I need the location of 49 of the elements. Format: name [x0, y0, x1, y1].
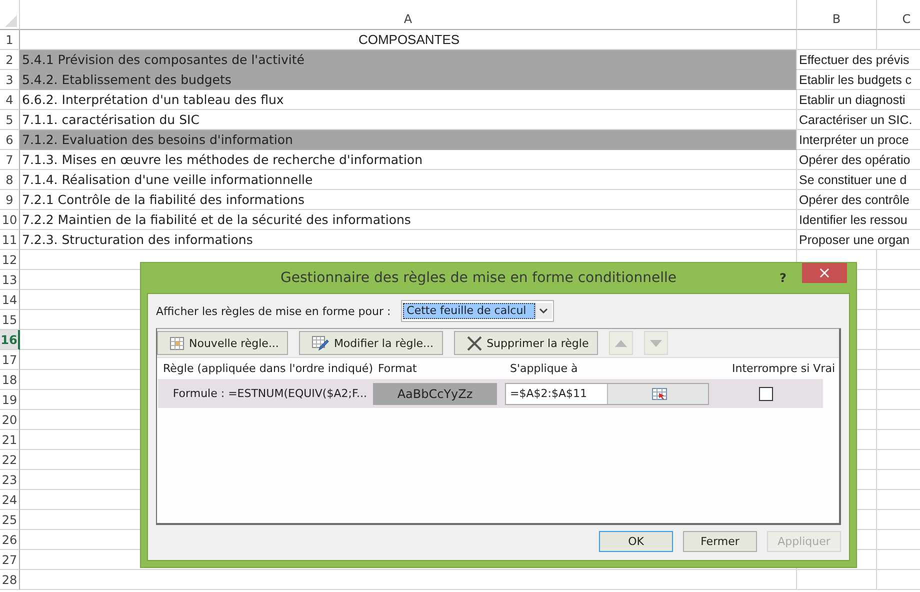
new-rule-button[interactable]: Nouvelle règle...: [157, 331, 288, 355]
row-header[interactable]: 15: [0, 310, 20, 330]
table-cell: 5.4.2. Etablissement des budgets: [20, 70, 797, 90]
table-cell: 5.4.1 Prévision des composantes de l'activité: [20, 50, 797, 70]
row-header[interactable]: 26: [0, 530, 20, 550]
edit-rule-button[interactable]: Modifier la règle...: [298, 331, 443, 355]
column-header: Format: [377, 362, 418, 375]
row-header[interactable]: 18: [0, 370, 20, 390]
row-header[interactable]: 25: [0, 510, 20, 530]
row-header[interactable]: 14: [0, 290, 20, 310]
row-header[interactable]: 10: [0, 210, 20, 230]
select-all-button[interactable]: [0, 0, 20, 30]
format-preview: AaBbCcYyZz: [373, 382, 497, 404]
row-header[interactable]: 21: [0, 430, 20, 450]
up-arrow-icon: [614, 340, 627, 346]
down-arrow-icon: [650, 340, 662, 346]
help-button[interactable]: ?: [770, 271, 796, 285]
applies-to-field[interactable]: =$A$2:$A$11: [505, 382, 709, 404]
row-header[interactable]: 17: [0, 350, 20, 370]
chevron-down-icon: [539, 308, 548, 314]
dialog-title: Gestionnaire des règles de mise en forme conditionnelle: [280, 270, 678, 286]
column-header: S'applique à: [509, 362, 579, 375]
row-header[interactable]: 24: [0, 490, 20, 510]
row-header[interactable]: 16: [0, 330, 20, 350]
range-picker-icon[interactable]: [652, 388, 668, 400]
row-header[interactable]: 19: [0, 390, 20, 410]
column-header: Interrompre si Vrai: [731, 362, 836, 375]
row-header[interactable]: 28: [0, 570, 20, 590]
table-pencil-icon: [312, 336, 329, 350]
row-header[interactable]: 13: [0, 270, 20, 290]
dialog-button[interactable]: Fermer: [683, 531, 757, 552]
row-header[interactable]: 23: [0, 470, 20, 490]
row-header[interactable]: 22: [0, 450, 20, 470]
row-header[interactable]: 27: [0, 550, 20, 570]
table-cell: 7.1.2. Evaluation des besoins d'information: [20, 130, 797, 150]
row-header[interactable]: 12: [0, 250, 20, 270]
row-header[interactable]: 11: [0, 230, 20, 250]
delete-rule-button[interactable]: Supprimer la règle: [454, 331, 598, 355]
dialog-button[interactable]: OK: [599, 531, 673, 552]
show-rules-label: Afficher les règles de mise en forme pour :: [156, 304, 391, 318]
row-header[interactable]: 20: [0, 410, 20, 430]
column-header: Règle (appliquée dans l'ordre indiqué): [162, 362, 372, 375]
table-icon: [170, 336, 184, 350]
rule-row[interactable]: Formule : =ESTNUM(EQUIV($A2;F... AaBbCcYyZz =$A$2:$A$11: [158, 379, 823, 408]
scope-dropdown[interactable]: Cette feuille de calcul: [400, 300, 554, 322]
rule-formula: Formule : =ESTNUM(EQUIV($A2;F...: [172, 387, 368, 400]
close-icon: [466, 336, 482, 350]
checkbox[interactable]: [759, 386, 773, 400]
close-button[interactable]: ×: [802, 263, 847, 283]
